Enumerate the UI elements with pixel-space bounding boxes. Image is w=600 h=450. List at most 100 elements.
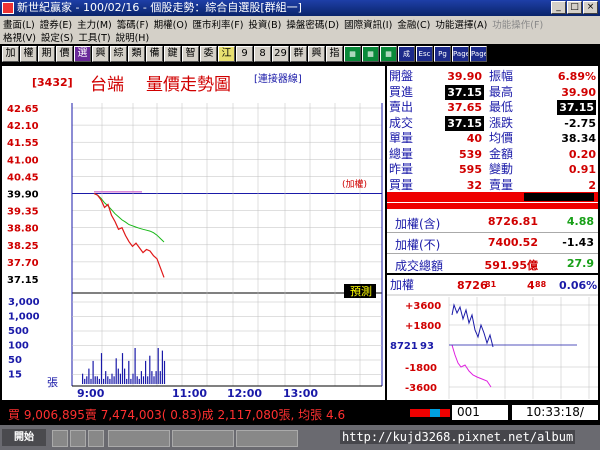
volume-bar (145, 360, 147, 384)
toolbar-button[interactable]: 鍵 (164, 45, 181, 62)
menu-item[interactable]: 操盤密碼(D) (286, 17, 339, 31)
volume-axis-label: 500 (8, 326, 29, 337)
toolbar-button[interactable]: 興 (92, 45, 109, 62)
time-axis-label: 13:00 (283, 387, 318, 400)
maximize-button[interactable]: □ (567, 1, 582, 14)
volume-axis-label: 3,000 (8, 297, 40, 308)
menu-item[interactable]: 畫面(L) (3, 17, 35, 31)
toolbar-button[interactable]: 委 (200, 45, 217, 62)
quote-label: 成交 (389, 115, 414, 130)
price-axis-label: 37.15 (7, 275, 39, 286)
quote-label: 總量 (389, 146, 414, 161)
stock-code-input[interactable]: 001 (452, 405, 508, 420)
volume-bar (140, 371, 142, 384)
volume-bar (109, 378, 111, 384)
toolbar-button[interactable]: 29 (272, 45, 289, 62)
toolbar-button[interactable]: 群 (290, 45, 307, 62)
toolbar-button[interactable]: ▦ (362, 45, 379, 62)
clock: 10:33:18/ (512, 405, 598, 420)
quote-row: 成交 37.15 漲跌 -2.75 (387, 115, 598, 131)
menu-item[interactable]: 金融(C) (397, 17, 430, 31)
menu-item[interactable]: 證券(E) (40, 17, 72, 31)
price-volume-chart: [3432] 台端 量價走勢圖 [連接器線] 42.65 42.10 41.55 41… (2, 66, 385, 400)
start-button[interactable]: 開始 (2, 429, 46, 446)
menu-item[interactable]: 設定(S) (41, 30, 73, 44)
connector-link[interactable]: [連接器線] (254, 72, 302, 85)
index-change: 4.88 (566, 215, 594, 228)
index-value: 8726.81 (487, 215, 538, 228)
quote-row: 總量 539 金額 0.20 (387, 147, 598, 162)
quote-value: 38.34 (561, 132, 596, 145)
volume-bar (103, 378, 105, 384)
toolbar-button[interactable]: 類 (128, 45, 145, 62)
volume-bar (98, 378, 100, 384)
title-bar[interactable]: 新世紀贏家 - 100/02/16 - 個股走勢：綜合自選股[群組一] _ □ … (0, 0, 600, 16)
toolbar-button[interactable]: 期 (38, 45, 55, 62)
volume-bar (130, 378, 132, 384)
menu-item[interactable]: 主力(M) (77, 17, 112, 31)
quote-panel: 開盤 39.90 振幅 6.89% 買進 37.15 最高 39.90 賣出 37.65 最低 37.… (387, 66, 598, 273)
menu-item[interactable]: 期權(O) (154, 17, 188, 31)
taskbar-task[interactable] (236, 430, 298, 447)
toolbar-button[interactable]: 備 (146, 45, 163, 62)
volume-axis-label: 1,000 (8, 312, 40, 323)
toolbar-button[interactable]: 成 (398, 45, 415, 62)
minimize-button[interactable]: _ (551, 1, 566, 14)
toolbar-button[interactable]: 指 (326, 45, 343, 62)
quote-label: 均價 (489, 131, 514, 145)
menu-item[interactable]: 投資(B) (248, 17, 281, 31)
bid-ask-bar-2 (387, 203, 598, 209)
volume-bar (155, 371, 157, 384)
taskbar-task[interactable] (172, 430, 234, 447)
taskbar-icon[interactable] (70, 430, 86, 447)
toolbar-button[interactable]: ▦ (344, 45, 361, 62)
price-axis-label: 41.55 (7, 138, 39, 149)
taskbar-task[interactable] (108, 430, 170, 447)
toolbar-button[interactable]: ▦ (380, 45, 397, 62)
menu-item[interactable]: 格視(V) (3, 30, 36, 44)
quote-value: 32 (466, 178, 482, 192)
time-axis-label: 11:00 (172, 387, 207, 400)
toolbar-button[interactable]: 權 (20, 45, 37, 62)
taskbar-icon[interactable] (88, 430, 104, 447)
volume-axis-label: 100 (8, 341, 29, 352)
menu-item[interactable]: 匯市利率(F) (193, 17, 244, 31)
menu-item[interactable]: 功能選擇(A) (435, 17, 487, 31)
toolbar-button[interactable]: 加 (2, 45, 19, 62)
close-button[interactable]: × (583, 1, 598, 14)
index-change: -1.43 (562, 236, 594, 249)
toolbar-button[interactable]: 價 (56, 45, 73, 62)
toolbar-button[interactable]: 綜 (110, 45, 127, 62)
toolbar-button[interactable]: Page (470, 45, 487, 62)
taskbar: 開始 http://kujd3268.pixnet.net/album (0, 425, 600, 450)
menu-item[interactable]: 工具(T) (78, 30, 110, 44)
app-icon (2, 2, 14, 14)
index-mini-chart: 加權 8726 81 4 88 0.06% +3600 +1800 -1800 -36… (387, 275, 598, 400)
toolbar-button[interactable]: 選 (74, 45, 91, 62)
toolbar-button[interactable]: Pg (434, 45, 451, 62)
index-label: 加權(不) (395, 238, 441, 252)
volume-bar (94, 376, 96, 384)
taskbar-icon[interactable] (52, 430, 68, 447)
mini-axis-label: -1800 (405, 363, 437, 374)
toolbar-button[interactable]: 8 (254, 45, 271, 62)
volume-bar (119, 373, 121, 384)
toolbar-button[interactable]: Page (452, 45, 469, 62)
volume-axis-label: 15 (8, 370, 22, 381)
toolbar-button[interactable]: 9 (236, 45, 253, 62)
toolbar-button[interactable]: Esc (416, 45, 433, 62)
quote-label: 賣出 (389, 100, 414, 114)
quote-label: 最低 (489, 100, 514, 114)
toolbar-button[interactable]: 江 (218, 45, 235, 62)
menu-item[interactable]: 籌碼(F) (117, 17, 149, 31)
mini-axis-label: +1800 (405, 321, 441, 332)
toolbar-button[interactable]: 興 (308, 45, 325, 62)
trade-summary: 買 9,006,895賣 7,474,003( 0.83)成 2,117,080… (8, 408, 346, 422)
menu-bar: 畫面(L) 證券(E) 主力(M) 籌碼(F) 期權(O) 匯市利率(F) 投資(B) 操盤密… (0, 16, 600, 44)
price-axis-label: 38.25 (7, 241, 39, 252)
mini-mid-value: 8721 (390, 341, 418, 352)
toolbar-button[interactable]: 智 (182, 45, 199, 62)
menu-item[interactable]: 說明(H) (116, 30, 150, 44)
menu-item[interactable]: 國際資訊(I) (344, 17, 392, 31)
quote-row: 單量 40 均價 38.34 (387, 131, 598, 146)
